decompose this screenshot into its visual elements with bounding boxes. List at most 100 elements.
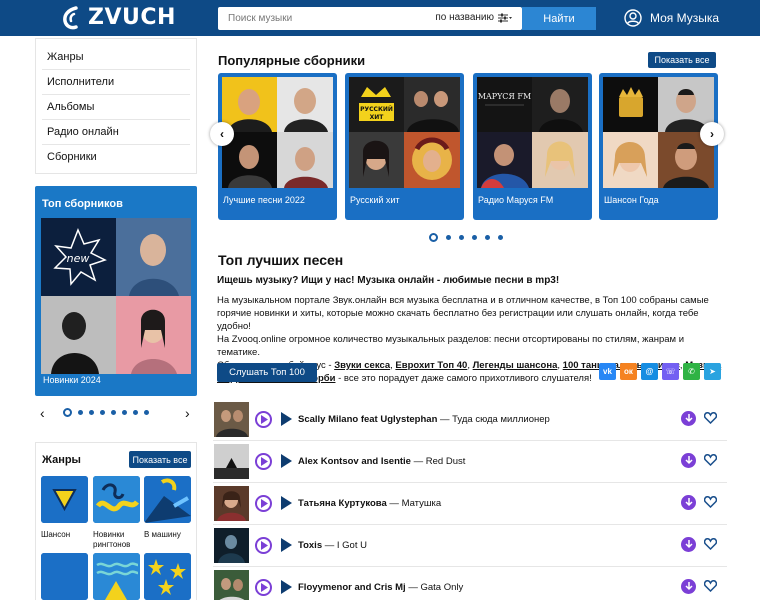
collection-cover: [222, 77, 333, 188]
play-circle-icon[interactable]: [255, 495, 272, 512]
heart-icon[interactable]: [704, 580, 717, 592]
pager-dot[interactable]: [133, 410, 138, 415]
genre-label: В машину: [144, 530, 181, 539]
link-sex-sounds[interactable]: Звуки секса: [334, 360, 390, 371]
link-chanson-legends[interactable]: Легенды шансона: [473, 360, 558, 371]
vk-icon[interactable]: vk: [599, 363, 616, 380]
track-row[interactable]: Scally Milano feat Uglystephan — Туда сю…: [213, 399, 727, 441]
track-artist[interactable]: Toxis: [298, 540, 322, 551]
popular-dots: [429, 233, 503, 242]
sidebar-item-collections[interactable]: Сборники: [42, 145, 190, 170]
play-circle-icon[interactable]: [255, 579, 272, 596]
collection-label: Русский хит: [350, 195, 400, 205]
track-name: Матушка: [401, 498, 442, 509]
sidebar-item-artists[interactable]: Исполнители: [42, 70, 190, 95]
play-circle-icon[interactable]: [255, 411, 272, 428]
genre-tile-ringtones[interactable]: Новинки рингтонов: [93, 476, 140, 550]
sidebar-item-radio[interactable]: Радио онлайн: [42, 120, 190, 145]
collection-card[interactable]: MAPYCЯ FM Радио Маруся FM: [473, 73, 592, 220]
pager-dot[interactable]: [100, 410, 105, 415]
pager-dot[interactable]: [446, 235, 451, 240]
pager-dot[interactable]: [78, 410, 83, 415]
heart-icon[interactable]: [704, 538, 717, 550]
top-collections-card[interactable]: Топ сборников new Новинки 2024: [35, 186, 197, 396]
link-eurohit[interactable]: Еврохит Топ 40: [395, 360, 467, 371]
viber-icon[interactable]: ☏: [662, 363, 679, 380]
logo[interactable]: ZVUCH: [62, 5, 176, 30]
heart-icon[interactable]: [704, 454, 717, 466]
pager-dot[interactable]: [122, 410, 127, 415]
genre-tile[interactable]: [93, 553, 140, 600]
download-icon[interactable]: [681, 495, 696, 510]
play-icon[interactable]: [281, 496, 292, 510]
intro-para: - все это порадует даже самого прихотлив…: [335, 373, 592, 384]
track-title: Floyymenor and Cris Mj — Gata Only: [298, 582, 464, 593]
carousel-prev-icon[interactable]: ‹: [210, 122, 234, 146]
search-input[interactable]: [218, 7, 428, 30]
pager-dot[interactable]: [144, 410, 149, 415]
prev-arrow-icon[interactable]: ‹: [40, 405, 45, 421]
play-icon[interactable]: [281, 454, 292, 468]
collection-card[interactable]: РУССКИЙ ХИТ Русский хит: [345, 73, 464, 220]
popular-title: Популярные сборники: [218, 53, 366, 68]
play-circle-icon[interactable]: [255, 537, 272, 554]
pager-dot[interactable]: [63, 408, 72, 417]
download-icon[interactable]: [681, 411, 696, 426]
sidebar-item-genres[interactable]: Жанры: [42, 45, 190, 70]
my-music-link[interactable]: Моя Музыка: [624, 9, 719, 27]
ok-icon[interactable]: ок: [620, 363, 637, 380]
genre-tile-chanson[interactable]: Шансон: [41, 476, 88, 540]
listen-top100-button[interactable]: Слушать Топ 100: [217, 363, 317, 382]
pager-dot[interactable]: [89, 410, 94, 415]
search-button[interactable]: Найти: [522, 7, 596, 30]
play-icon[interactable]: [281, 412, 292, 426]
car-cover: [144, 476, 191, 523]
heart-icon[interactable]: [704, 412, 717, 424]
intro-heading: Ищешь музыку? Ищи у нас! Музыка онлайн -…: [217, 275, 560, 286]
carousel-next-icon[interactable]: ›: [700, 122, 724, 146]
popular-show-all-button[interactable]: Показать все: [648, 52, 716, 68]
track-artist[interactable]: Татьяна Куртукова: [298, 498, 387, 509]
whatsapp-icon[interactable]: ✆: [683, 363, 700, 380]
mail-icon[interactable]: @: [641, 363, 658, 380]
genres-show-all-button[interactable]: Показать все: [129, 451, 191, 468]
track-name: I Got U: [336, 540, 367, 551]
chanson-cover: [41, 476, 88, 523]
sidebar-item-albums[interactable]: Альбомы: [42, 95, 190, 120]
genre-tile[interactable]: [144, 553, 191, 600]
brand-name: ZVUCH: [88, 5, 176, 30]
pager-dot[interactable]: [429, 233, 438, 242]
play-icon[interactable]: [281, 580, 292, 594]
collection-card[interactable]: Шансон Года: [599, 73, 718, 220]
track-row[interactable]: Toxis — I Got U: [213, 525, 727, 567]
track-cover: [214, 402, 249, 437]
genre-tile[interactable]: [41, 553, 88, 600]
telegram-icon[interactable]: ➤: [704, 363, 721, 380]
track-artist[interactable]: Floyymenor and Cris Mj: [298, 582, 406, 593]
download-icon[interactable]: [681, 579, 696, 594]
play-circle-icon[interactable]: [255, 453, 272, 470]
download-icon[interactable]: [681, 453, 696, 468]
pager-dot[interactable]: [111, 410, 116, 415]
track-name: Gata Only: [420, 582, 464, 593]
track-title: Alex Kontsov and Isentie — Red Dust: [298, 456, 466, 467]
track-row[interactable]: Alex Kontsov and Isentie — Red Dust: [213, 441, 727, 483]
svg-text:РУССКИЙ: РУССКИЙ: [360, 105, 393, 113]
track-row[interactable]: Татьяна Куртукова — Матушка: [213, 483, 727, 525]
heart-icon[interactable]: [704, 496, 717, 508]
search-mode-select[interactable]: по названию: [435, 12, 512, 23]
play-icon[interactable]: [281, 538, 292, 552]
download-icon[interactable]: [681, 537, 696, 552]
next-arrow-icon[interactable]: ›: [185, 405, 190, 421]
collection-card[interactable]: Лучшие песни 2022: [218, 73, 337, 220]
genre-tile-car[interactable]: В машину: [144, 476, 191, 540]
pager-dot[interactable]: [485, 235, 490, 240]
pager-dot[interactable]: [459, 235, 464, 240]
track-artist[interactable]: Alex Kontsov and Isentie: [298, 456, 411, 467]
track-title: Scally Milano feat Uglystephan — Туда сю…: [298, 414, 550, 425]
track-artist[interactable]: Scally Milano feat Uglystephan: [298, 414, 437, 425]
track-title: Татьяна Куртукова — Матушка: [298, 498, 442, 509]
track-row[interactable]: Floyymenor and Cris Mj — Gata Only: [213, 567, 727, 600]
pager-dot[interactable]: [498, 235, 503, 240]
pager-dot[interactable]: [472, 235, 477, 240]
